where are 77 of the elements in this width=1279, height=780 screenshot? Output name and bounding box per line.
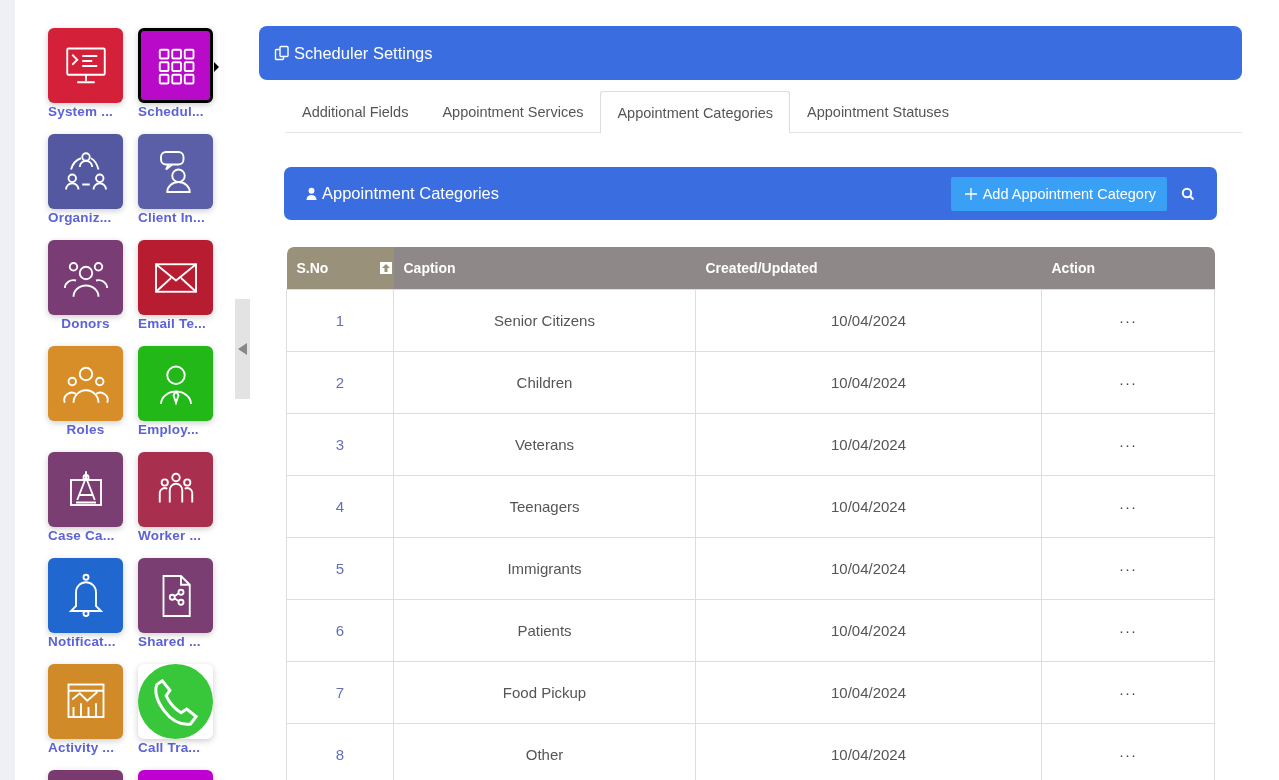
table-cell: Patients bbox=[393, 599, 696, 662]
more-button[interactable]: ··· bbox=[1119, 498, 1137, 515]
app-tile[interactable] bbox=[138, 134, 213, 209]
table-cell: 10/04/2024 bbox=[695, 413, 1042, 476]
table-cell: 10/04/2024 bbox=[695, 661, 1042, 724]
table-cell: Senior Citizens bbox=[393, 289, 696, 352]
tile-label[interactable]: Client In... bbox=[138, 210, 213, 225]
app-tile[interactable] bbox=[138, 240, 213, 315]
more-button[interactable]: ··· bbox=[1119, 746, 1137, 763]
search-icon[interactable] bbox=[1181, 186, 1195, 201]
app-tile[interactable] bbox=[48, 134, 123, 209]
user-icon bbox=[306, 187, 317, 200]
add-button[interactable]: Add Appointment Category bbox=[950, 176, 1167, 211]
more-button[interactable]: ··· bbox=[1119, 622, 1137, 639]
tile-label[interactable]: Roles bbox=[66, 422, 105, 437]
panel-title: Appointment Categories bbox=[322, 184, 501, 203]
column-header[interactable]: Created/Updated bbox=[695, 247, 1042, 290]
page-title: Scheduler Settings bbox=[294, 43, 433, 63]
app-tile[interactable] bbox=[48, 240, 123, 315]
more-button[interactable]: ··· bbox=[1119, 436, 1137, 453]
table-cell: 10/04/2024 bbox=[695, 289, 1042, 352]
table-cell: Veterans bbox=[393, 413, 696, 476]
table-cell: 10/04/2024 bbox=[695, 599, 1042, 662]
more-button[interactable]: ··· bbox=[1119, 684, 1137, 701]
sort-icon[interactable] bbox=[379, 262, 392, 274]
table-cell: 10/04/2024 bbox=[695, 351, 1042, 414]
more-button[interactable]: ··· bbox=[1119, 312, 1137, 329]
table-cell: Immigrants bbox=[393, 537, 696, 600]
table-cell: 3 bbox=[286, 413, 394, 476]
tile-label[interactable]: Employ... bbox=[138, 422, 213, 437]
pointer-icon bbox=[214, 62, 219, 72]
app-tile[interactable] bbox=[48, 28, 123, 103]
tile-label[interactable]: Email Te... bbox=[138, 316, 213, 331]
table-cell: Food Pickup bbox=[393, 661, 696, 724]
phone-icon bbox=[138, 664, 213, 739]
tile-label[interactable]: Donors bbox=[61, 316, 110, 331]
tile-label[interactable]: Worker ... bbox=[138, 528, 213, 543]
app-tile[interactable] bbox=[48, 346, 123, 421]
tab[interactable]: Appointment Services bbox=[425, 91, 601, 132]
app-tile[interactable] bbox=[138, 452, 213, 527]
column-header[interactable]: S.No bbox=[286, 247, 394, 290]
tile-label[interactable]: Notificat... bbox=[48, 634, 123, 649]
app-tile[interactable] bbox=[48, 558, 123, 633]
plus-icon bbox=[964, 187, 977, 200]
tile-label[interactable]: Schedul... bbox=[138, 104, 213, 119]
table-cell: Teenagers bbox=[393, 475, 696, 538]
app-tile[interactable] bbox=[48, 664, 123, 739]
app-tile[interactable] bbox=[138, 664, 213, 739]
table-cell: 2 bbox=[286, 351, 394, 414]
tab[interactable]: Appointment Statuses bbox=[790, 91, 966, 132]
column-header[interactable]: Caption bbox=[393, 247, 696, 290]
table-cell: 7 bbox=[286, 661, 394, 724]
table-cell: 10/04/2024 bbox=[695, 537, 1042, 600]
app-tile[interactable] bbox=[48, 452, 123, 527]
table-cell: 4 bbox=[286, 475, 394, 538]
tile-label[interactable]: Shared ... bbox=[138, 634, 213, 649]
table-cell: 1 bbox=[286, 289, 394, 352]
copy-icon bbox=[274, 45, 290, 61]
tile-label[interactable]: Organiz... bbox=[48, 210, 123, 225]
tile-label[interactable]: System ... bbox=[48, 104, 123, 119]
more-button[interactable]: ··· bbox=[1119, 374, 1137, 391]
table-cell: Children bbox=[393, 351, 696, 414]
app-tile[interactable] bbox=[138, 346, 213, 421]
tab[interactable]: Additional Fields bbox=[285, 91, 426, 132]
tile-label[interactable]: Case Ca... bbox=[48, 528, 123, 543]
table-cell: 6 bbox=[286, 599, 394, 662]
more-button[interactable]: ··· bbox=[1119, 560, 1137, 577]
tile-label[interactable]: Activity ... bbox=[48, 740, 123, 755]
app-tile[interactable] bbox=[138, 558, 213, 633]
table-cell: 5 bbox=[286, 537, 394, 600]
collapse-handle[interactable] bbox=[235, 299, 250, 399]
caret-icon bbox=[238, 343, 247, 355]
table-cell: 8 bbox=[286, 723, 394, 780]
tab[interactable]: Appointment Categories bbox=[600, 91, 791, 133]
tile-label[interactable]: Call Tra... bbox=[138, 740, 213, 755]
table-cell: 10/04/2024 bbox=[695, 475, 1042, 538]
column-header[interactable]: Action bbox=[1041, 247, 1215, 290]
